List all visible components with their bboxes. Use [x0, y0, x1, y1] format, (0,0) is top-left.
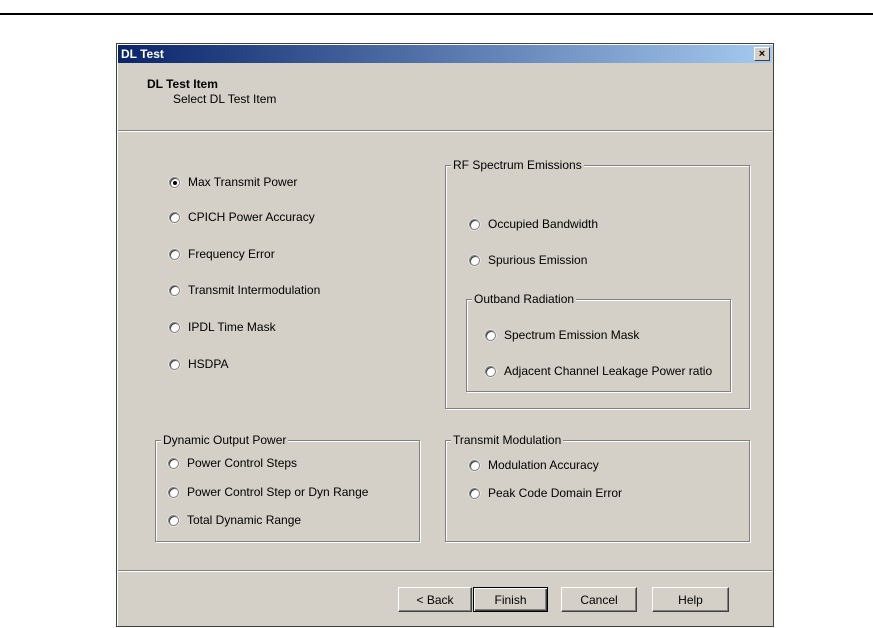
outband-radiation-group: Outband Radiation Spectrum Emission Mask…: [466, 292, 731, 392]
rf-spectrum-emissions-group: RF Spectrum Emissions Occupied Bandwidth…: [445, 158, 750, 409]
radio-modulation-accuracy[interactable]: Modulation Accuracy: [469, 458, 599, 472]
radio-icon: [485, 365, 496, 377]
page-subtitle: Select DL Test Item: [173, 92, 277, 106]
radio-icon: [485, 329, 496, 341]
group-label: Transmit Modulation: [451, 433, 564, 447]
top-rule: [0, 13, 873, 15]
cancel-button[interactable]: Cancel: [561, 587, 637, 612]
radio-spurious-emission[interactable]: Spurious Emission: [469, 253, 587, 267]
radio-ipdl-time-mask[interactable]: IPDL Time Mask: [169, 320, 276, 334]
finish-button[interactable]: Finish: [473, 587, 548, 612]
radio-icon: [469, 487, 480, 499]
radio-icon: [469, 218, 480, 230]
radio-frequency-error[interactable]: Frequency Error: [169, 247, 275, 261]
radio-adjacent-channel-leakage[interactable]: Adjacent Channel Leakage Power ratio: [485, 364, 728, 378]
group-label: Dynamic Output Power: [161, 433, 289, 447]
close-button[interactable]: ×: [754, 47, 770, 61]
window-title: DL Test: [121, 47, 164, 61]
radio-icon: [168, 486, 179, 498]
transmit-modulation-group: Transmit Modulation Modulation Accuracy …: [445, 433, 750, 542]
radio-transmit-intermodulation[interactable]: Transmit Intermodulation: [169, 283, 320, 297]
dynamic-output-power-group: Dynamic Output Power Power Control Steps…: [155, 433, 420, 542]
help-button[interactable]: Help: [652, 587, 729, 612]
page-title: DL Test Item: [147, 77, 218, 91]
radio-icon: [169, 321, 180, 333]
close-icon: ×: [758, 48, 766, 60]
radio-icon: [169, 248, 180, 260]
header-divider: [118, 130, 772, 132]
radio-occupied-bandwidth[interactable]: Occupied Bandwidth: [469, 217, 598, 231]
radio-max-transmit-power[interactable]: Max Transmit Power: [169, 175, 297, 189]
group-label: RF Spectrum Emissions: [451, 158, 584, 172]
radio-icon: [169, 211, 180, 223]
radio-icon: [169, 284, 180, 296]
footer-divider: [118, 570, 772, 572]
radio-icon: [469, 459, 480, 471]
radio-icon: [168, 457, 179, 469]
radio-spectrum-emission-mask[interactable]: Spectrum Emission Mask: [485, 328, 639, 342]
radio-icon: [169, 358, 180, 370]
radio-selected-icon: [169, 176, 180, 188]
radio-icon: [168, 514, 179, 526]
wizard-header: DL Test Item Select DL Test Item: [118, 63, 772, 129]
dl-test-dialog: DL Test × DL Test Item Select DL Test It…: [116, 43, 774, 627]
radio-power-control-step-dyn-range[interactable]: Power Control Step or Dyn Range: [168, 485, 368, 499]
radio-total-dynamic-range[interactable]: Total Dynamic Range: [168, 513, 301, 527]
back-button[interactable]: < Back: [398, 587, 472, 612]
title-bar[interactable]: DL Test ×: [118, 45, 772, 63]
radio-hsdpa[interactable]: HSDPA: [169, 357, 228, 371]
radio-icon: [469, 254, 480, 266]
group-label: Outband Radiation: [472, 292, 577, 306]
radio-peak-code-domain-error[interactable]: Peak Code Domain Error: [469, 486, 622, 500]
radio-power-control-steps[interactable]: Power Control Steps: [168, 456, 297, 470]
radio-cpich-power-accuracy[interactable]: CPICH Power Accuracy: [169, 210, 315, 224]
